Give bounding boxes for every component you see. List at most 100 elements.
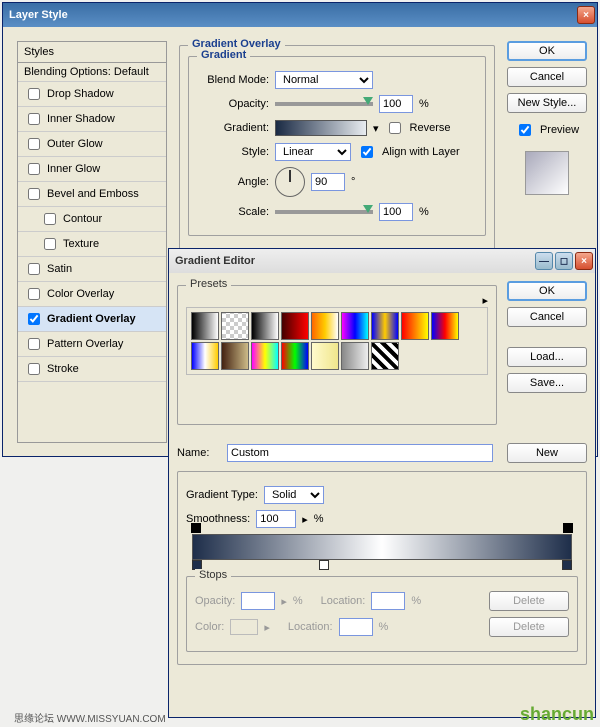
- gradient-type-label: Gradient Type:: [186, 489, 258, 501]
- load-button[interactable]: Load...: [507, 347, 587, 367]
- maximize-icon[interactable]: ◻: [555, 252, 573, 270]
- style-item-satin[interactable]: Satin: [18, 257, 166, 282]
- presets-menu-icon[interactable]: ▸: [482, 295, 488, 307]
- preset-swatch[interactable]: [191, 342, 219, 370]
- blending-options-row[interactable]: Blending Options: Default: [18, 63, 166, 82]
- opacity-slider[interactable]: [275, 102, 373, 106]
- checkbox[interactable]: [28, 288, 40, 300]
- checkbox[interactable]: [44, 238, 56, 250]
- style-item-stroke[interactable]: Stroke: [18, 357, 166, 382]
- presets-group: Presets ▸: [177, 285, 497, 425]
- preset-swatch[interactable]: [401, 312, 429, 340]
- style-item-gradient-overlay[interactable]: Gradient Overlay: [18, 307, 166, 332]
- align-checkbox[interactable]: [361, 146, 373, 158]
- layer-style-titlebar[interactable]: Layer Style ×: [3, 3, 597, 27]
- preset-swatch[interactable]: [371, 312, 399, 340]
- style-item-inner-shadow[interactable]: Inner Shadow: [18, 107, 166, 132]
- stops-legend: Stops: [195, 569, 231, 581]
- preset-swatch[interactable]: [341, 342, 369, 370]
- reverse-checkbox[interactable]: [389, 122, 401, 134]
- gradient-type-group: Gradient Type:Solid Smoothness:▸% Stops …: [177, 471, 587, 665]
- layer-style-buttons: OK Cancel New Style... Preview: [507, 41, 587, 195]
- preset-swatch[interactable]: [251, 342, 279, 370]
- preset-swatch[interactable]: [221, 342, 249, 370]
- preset-swatch[interactable]: [311, 342, 339, 370]
- styles-list: Styles Blending Options: Default Drop Sh…: [17, 41, 167, 443]
- preset-swatch[interactable]: [281, 312, 309, 340]
- style-item-pattern-overlay[interactable]: Pattern Overlay: [18, 332, 166, 357]
- stop-opacity-label: Opacity:: [195, 595, 235, 607]
- smoothness-input[interactable]: [256, 510, 296, 528]
- dropdown-icon: ▸: [281, 595, 287, 608]
- presets-grid: [186, 307, 488, 375]
- gradient-preview[interactable]: [275, 120, 367, 136]
- gradient-editor-window: Gradient Editor — ◻ × Presets ▸ OK Cance…: [168, 248, 596, 718]
- checkbox[interactable]: [28, 363, 40, 375]
- preset-swatch[interactable]: [311, 312, 339, 340]
- checkbox[interactable]: [28, 138, 40, 150]
- checkbox[interactable]: [28, 188, 40, 200]
- preset-swatch[interactable]: [221, 312, 249, 340]
- opacity-label: Opacity:: [197, 98, 269, 110]
- style-item-drop-shadow[interactable]: Drop Shadow: [18, 82, 166, 107]
- style-item-bevel-emboss[interactable]: Bevel and Emboss: [18, 182, 166, 207]
- cancel-button[interactable]: Cancel: [507, 307, 587, 327]
- angle-dial[interactable]: [275, 167, 305, 197]
- minimize-icon[interactable]: —: [535, 252, 553, 270]
- preview-checkbox[interactable]: [519, 124, 531, 136]
- close-icon[interactable]: ×: [575, 252, 593, 270]
- preset-swatch[interactable]: [371, 342, 399, 370]
- checkbox[interactable]: [28, 163, 40, 175]
- preset-swatch[interactable]: [251, 312, 279, 340]
- style-item-outer-glow[interactable]: Outer Glow: [18, 132, 166, 157]
- watermark-text: 思缘论坛 WWW.MISSYUAN.COM: [14, 710, 166, 725]
- angle-label: Angle:: [197, 176, 269, 188]
- preset-swatch[interactable]: [431, 312, 459, 340]
- scale-input[interactable]: [379, 203, 413, 221]
- name-label: Name:: [177, 447, 221, 459]
- delete-button: Delete: [489, 591, 569, 611]
- color-stop[interactable]: [319, 560, 329, 570]
- color-stop[interactable]: [562, 560, 572, 570]
- stop-location-label: Location:: [288, 621, 333, 633]
- scale-label: Scale:: [197, 206, 269, 218]
- delete-button: Delete: [489, 617, 569, 637]
- new-button[interactable]: New: [507, 443, 587, 463]
- close-icon[interactable]: ×: [577, 6, 595, 24]
- dropdown-icon[interactable]: ▸: [302, 513, 308, 526]
- dropdown-icon[interactable]: ▾: [373, 122, 379, 135]
- cancel-button[interactable]: Cancel: [507, 67, 587, 87]
- checkbox[interactable]: [28, 113, 40, 125]
- new-style-button[interactable]: New Style...: [507, 93, 587, 113]
- stop-location-input: [371, 592, 405, 610]
- gradient-bar[interactable]: [192, 534, 572, 560]
- style-select[interactable]: Linear: [275, 143, 351, 161]
- style-item-contour[interactable]: Contour: [18, 207, 166, 232]
- save-button[interactable]: Save...: [507, 373, 587, 393]
- preset-swatch[interactable]: [191, 312, 219, 340]
- ok-button[interactable]: OK: [507, 41, 587, 61]
- ok-button[interactable]: OK: [507, 281, 587, 301]
- gradient-editor-titlebar[interactable]: Gradient Editor — ◻ ×: [169, 249, 595, 273]
- blend-mode-select[interactable]: Normal: [275, 71, 373, 89]
- checkbox[interactable]: [28, 313, 40, 325]
- gradient-type-select[interactable]: Solid: [264, 486, 324, 504]
- preset-swatch[interactable]: [281, 342, 309, 370]
- checkbox[interactable]: [28, 263, 40, 275]
- name-input[interactable]: [227, 444, 493, 462]
- scale-slider[interactable]: [275, 210, 373, 214]
- gradient-legend: Gradient: [197, 49, 250, 61]
- style-item-texture[interactable]: Texture: [18, 232, 166, 257]
- checkbox[interactable]: [28, 338, 40, 350]
- angle-input[interactable]: [311, 173, 345, 191]
- gradient-stops[interactable]: [192, 560, 572, 570]
- styles-header[interactable]: Styles: [18, 42, 166, 63]
- style-item-inner-glow[interactable]: Inner Glow: [18, 157, 166, 182]
- opacity-input[interactable]: [379, 95, 413, 113]
- preset-swatch[interactable]: [341, 312, 369, 340]
- checkbox[interactable]: [44, 213, 56, 225]
- checkbox[interactable]: [28, 88, 40, 100]
- gradient-overlay-group: Gradient Overlay Gradient Blend Mode:Nor…: [179, 45, 495, 253]
- stop-location-label: Location:: [321, 595, 366, 607]
- style-item-color-overlay[interactable]: Color Overlay: [18, 282, 166, 307]
